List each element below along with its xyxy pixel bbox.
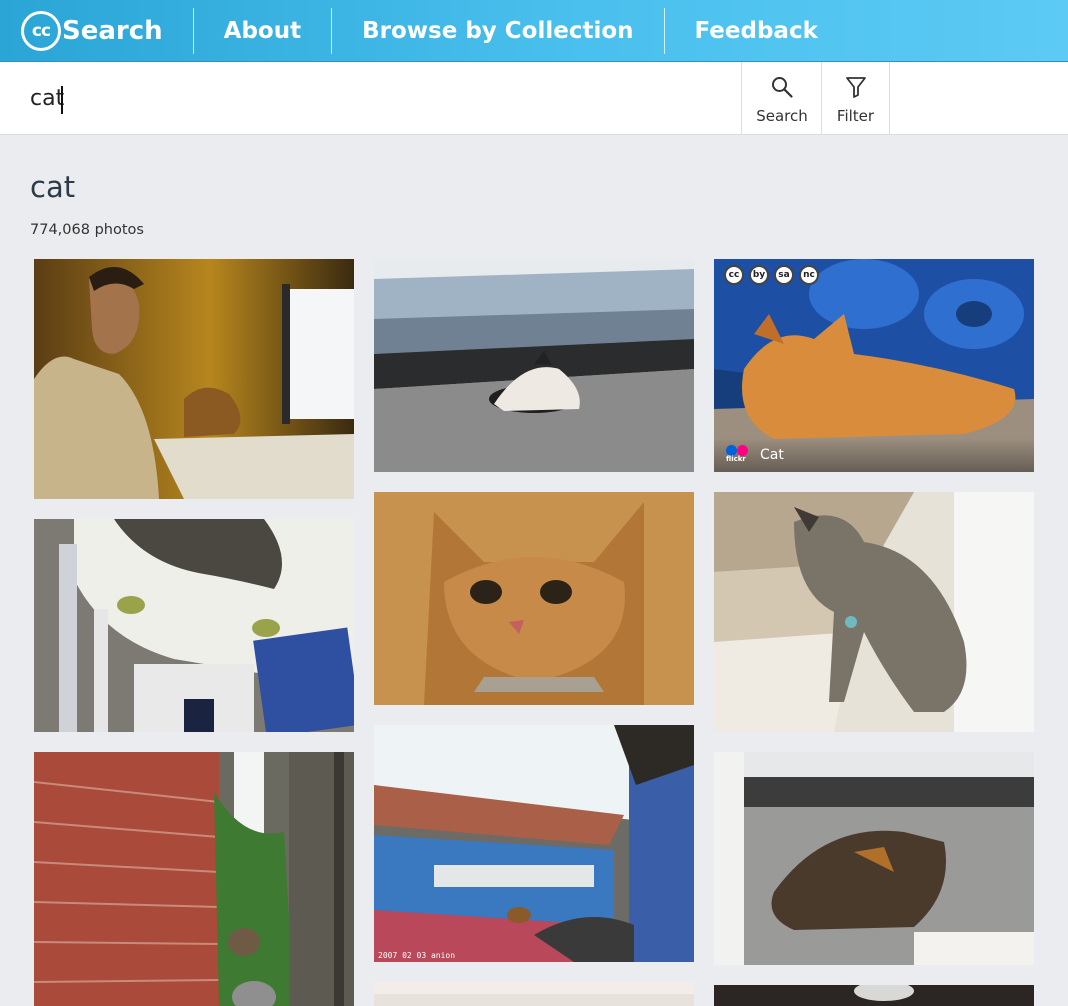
text-caret (61, 86, 63, 114)
cc-license-icon: cc (724, 265, 744, 285)
cc-search-logo[interactable]: cc Search (0, 0, 193, 62)
search-bar: Search Filter (0, 62, 1068, 135)
results-count: 774,068 photos (30, 222, 144, 238)
photo-result[interactable] (374, 982, 694, 1006)
search-icon (770, 73, 794, 101)
filter-button[interactable]: Filter (821, 62, 890, 135)
photo-caption-bar: flickr Cat (714, 438, 1034, 472)
logo-text: Search (62, 15, 163, 46)
photo-tabby-closeup[interactable] (374, 492, 694, 705)
svg-text:2007 02 03 anion: 2007 02 03 anion (378, 951, 455, 960)
photo-cat-on-rooftop[interactable]: 2007 02 03 anion (374, 725, 694, 962)
non-commercial-icon: nc (799, 265, 819, 285)
photo-man-at-computer-with-cat[interactable] (34, 259, 354, 499)
photo-cat-behind-papers[interactable] (34, 519, 354, 732)
nav-feedback[interactable]: Feedback (665, 0, 848, 62)
results-title: cat (30, 170, 76, 204)
search-input[interactable] (30, 78, 730, 118)
nav-about[interactable]: About (194, 0, 331, 62)
photo-result[interactable] (714, 985, 1034, 1006)
photo-cat-under-car[interactable] (374, 259, 694, 472)
flickr-icon: flickr (726, 445, 752, 465)
photo-tortoiseshell-under-car[interactable] (714, 752, 1034, 965)
filter-button-label: Filter (836, 106, 875, 125)
share-alike-icon: sa (774, 265, 794, 285)
photo-tabby-on-stairs[interactable] (714, 492, 1034, 732)
cc-logo-icon: cc (21, 10, 61, 51)
attribution-icon: by (749, 265, 769, 285)
filter-icon (845, 73, 867, 101)
photo-cat-in-alley[interactable] (34, 752, 354, 1006)
nav-browse-by-collection[interactable]: Browse by Collection (332, 0, 663, 62)
photo-kitten-in-sun[interactable]: cc by sa nc flickr Cat (714, 259, 1034, 472)
provider-word: flickr (726, 455, 746, 463)
search-button[interactable]: Search (741, 62, 822, 135)
top-navigation-bar: cc Search About Browse by Collection Fee… (0, 0, 1068, 62)
license-icons: cc by sa nc (724, 265, 819, 285)
search-button-label: Search (756, 106, 808, 125)
photo-caption: Cat (760, 447, 784, 463)
